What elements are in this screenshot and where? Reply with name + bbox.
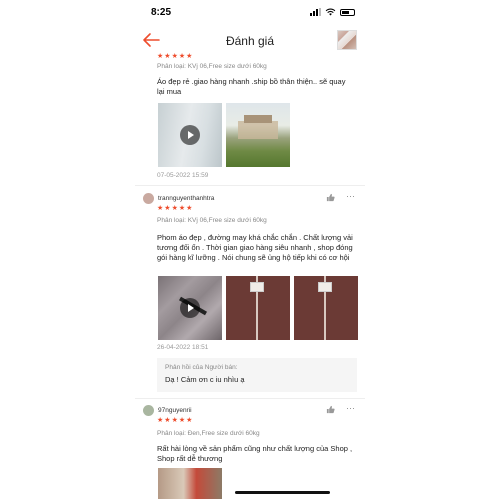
review-2-comment: Phom áo đẹp , đường may khá chắc chắn . … — [157, 233, 353, 262]
star-icon: ★ — [186, 205, 193, 212]
seller-reply: Phản hồi của Người bán: Dạ ! Cảm ơn c iu… — [157, 358, 357, 392]
cellular-signal-icon — [310, 8, 321, 16]
review-1-video[interactable] — [158, 103, 222, 167]
star-icon: ★ — [178, 417, 186, 424]
avatar[interactable] — [143, 405, 154, 416]
review-3-reviewer[interactable]: 97nguyenrii — [143, 405, 192, 416]
thumbs-up-icon[interactable] — [326, 193, 335, 202]
star-icon: ★ — [171, 53, 178, 60]
review-2-username[interactable]: trannguyenthanhtra — [158, 195, 214, 202]
star-icon: ★ — [171, 205, 178, 212]
star-icon: ★ — [164, 417, 171, 424]
wifi-icon — [325, 8, 336, 16]
review-3-variant: Phân loại: Đen,Free size dưới 60kg — [157, 430, 260, 437]
status-time: 8:25 — [151, 7, 172, 18]
review-2-date: 26-04-2022 18:51 — [157, 344, 209, 351]
seller-reply-text: Dạ ! Cảm ơn c iu nhìu ạ — [165, 375, 245, 384]
review-2-stars: ★ ★ ★ ★ ★ — [157, 205, 192, 212]
star-icon: ★ — [178, 205, 186, 212]
review-2-photo-2[interactable] — [294, 276, 358, 340]
play-icon[interactable] — [180, 298, 200, 318]
thumbs-up-icon[interactable] — [326, 405, 335, 414]
status-bar: 8:25 — [135, 0, 365, 26]
star-icon: ★ — [164, 53, 171, 60]
star-icon: ★ — [171, 417, 178, 424]
more-options-icon[interactable]: ··· — [346, 404, 355, 413]
review-1-stars: ★ ★ ★ ★ ★ — [157, 53, 192, 60]
status-icons — [310, 8, 355, 16]
star-icon: ★ — [178, 53, 186, 60]
star-icon: ★ — [157, 417, 164, 424]
review-divider — [135, 398, 365, 399]
product-thumbnail[interactable] — [337, 30, 357, 50]
review-3-comment: Rất hài lòng về sản phẩm cũng như chất l… — [157, 444, 353, 463]
home-indicator[interactable] — [235, 491, 330, 494]
app-header: Đánh giá — [135, 27, 365, 55]
review-3-username[interactable]: 97nguyenrii — [158, 407, 192, 414]
review-2-reviewer[interactable]: trannguyenthanhtra — [143, 193, 214, 204]
more-options-icon[interactable]: ··· — [346, 192, 355, 201]
phone-screen: 8:25 Đánh giá ★ ★ ★ ★ ★ Phân loại: KVj 0… — [135, 0, 365, 499]
avatar[interactable] — [143, 193, 154, 204]
review-2-photo-1[interactable] — [226, 276, 290, 340]
review-2-video[interactable] — [158, 276, 222, 340]
review-1-comment: Áo đẹp rẻ .giao hàng nhanh .ship bồ thân… — [157, 77, 346, 96]
review-1-date: 07-05-2022 15:59 — [157, 172, 209, 179]
star-icon: ★ — [157, 205, 164, 212]
star-icon: ★ — [186, 53, 193, 60]
star-icon: ★ — [164, 205, 171, 212]
play-icon[interactable] — [180, 125, 200, 145]
seller-reply-label: Phản hồi của Người bán: — [165, 364, 238, 371]
battery-icon — [340, 8, 355, 16]
review-divider — [135, 185, 365, 186]
star-icon: ★ — [186, 417, 193, 424]
review-3-photo[interactable] — [158, 468, 222, 499]
review-3-stars: ★ ★ ★ ★ ★ — [157, 417, 192, 424]
review-2-variant: Phân loại: KVj 06,Free size dưới 60kg — [157, 217, 267, 224]
star-icon: ★ — [157, 53, 164, 60]
page-title: Đánh giá — [225, 34, 275, 48]
review-1-photo[interactable] — [226, 103, 290, 167]
review-1-variant: Phân loại: KVj 06,Free size dưới 60kg — [157, 63, 267, 70]
